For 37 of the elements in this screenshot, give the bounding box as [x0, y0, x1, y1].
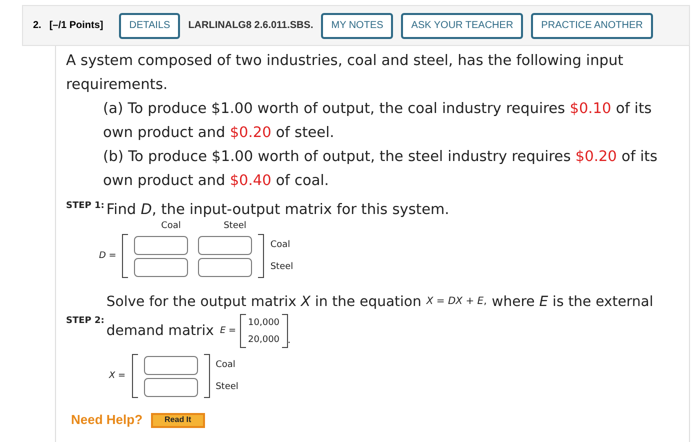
matrix-value: 20,000 [248, 334, 280, 346]
step-text: Solve for the output matrix X in the equation [106, 293, 422, 312]
answer-box[interactable] [134, 236, 188, 254]
answer-box[interactable] [198, 258, 252, 276]
matrix-label: X = [109, 370, 126, 382]
column-label: Coal [160, 220, 182, 232]
answer-box[interactable] [134, 258, 188, 276]
period-text: . [288, 334, 291, 348]
header-button[interactable]: DETAILS [119, 12, 180, 38]
matrix-value: 10,000 [248, 316, 280, 328]
requirement-text: (a) To produce $1.00 worth of output, the coal industry requires $0.10 of its own product and $0.20 of steel. [102, 100, 653, 143]
answer-box[interactable] [144, 378, 198, 396]
row-label: Coal [270, 239, 292, 251]
read-it-button[interactable]: Read It [150, 412, 206, 428]
question-number: 2. [33, 19, 42, 33]
step-label: STEP 2: [66, 315, 104, 327]
matrix-label: D = [99, 250, 116, 262]
requirement-text: (b) To produce $1.00 worth of output, the steel industry requires $0.20 of its own product and $0.40 of coal. [102, 148, 658, 191]
need-help-label: Need Help? [71, 411, 143, 429]
points-label: [–/1 Points] [49, 19, 104, 33]
answer-box[interactable] [198, 236, 252, 254]
header-button[interactable]: PRACTICE ANOTHER [531, 12, 653, 38]
column-label: Steel [222, 220, 248, 232]
step-text: Find D, the input-output matrix for this system. [106, 201, 450, 220]
intro-text: A system composed of two industries, coal and steel, has the following input requirements. [66, 52, 624, 95]
step-text: demand matrix [106, 322, 214, 341]
row-label: Steel [216, 381, 238, 393]
row-label: Coal [216, 359, 236, 371]
row-label: Steel [270, 261, 294, 273]
assignment-code: LARLINALG8 2.6.011.SBS. [188, 19, 314, 33]
header-button[interactable]: MY NOTES [321, 12, 394, 38]
equation-text: X = DX + E, [426, 295, 487, 309]
answer-box[interactable] [144, 356, 198, 374]
matrix-label: E = [220, 325, 236, 338]
header-button[interactable]: ASK YOUR TEACHER [401, 12, 524, 38]
step-label: STEP 1: [66, 200, 104, 212]
step-text: where E is the external [492, 293, 654, 312]
